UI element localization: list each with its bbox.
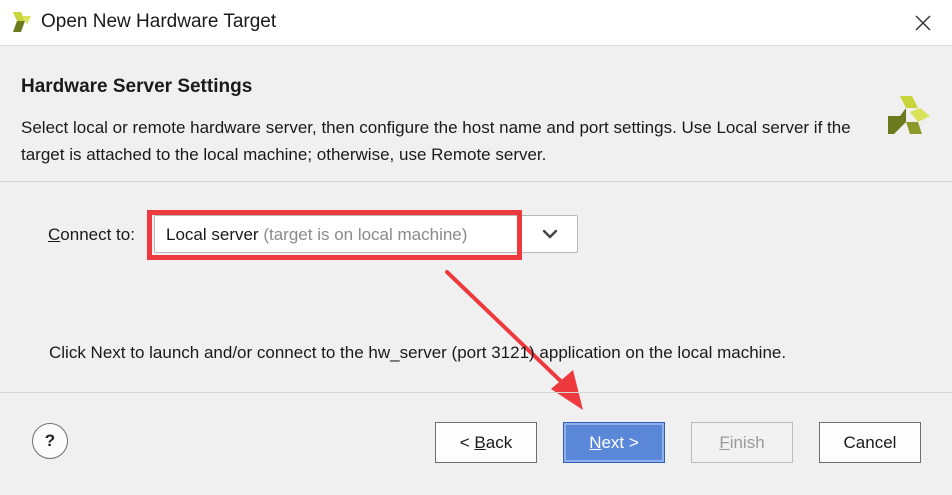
vivado-logo-icon: [13, 12, 31, 32]
cancel-button[interactable]: Cancel: [819, 422, 921, 463]
dropdown-selected-hint: (target is on local machine): [258, 225, 468, 244]
dropdown-toggle[interactable]: [522, 216, 577, 252]
back-mnemonic: B: [474, 432, 486, 452]
back-rest: ack: [485, 432, 513, 452]
dropdown-selected-value: Local server (target is on local machine…: [166, 225, 467, 245]
page-description: Select local or remote hardware server, …: [21, 118, 851, 164]
title-bar: Open New Hardware Target: [0, 0, 952, 46]
footer-divider: [0, 392, 952, 393]
close-button[interactable]: [906, 6, 940, 40]
dropdown-selected-main: Local server: [166, 225, 259, 244]
header-divider: [0, 181, 952, 182]
back-prefix: <: [459, 432, 475, 452]
connect-label-mnemonic: C: [48, 225, 61, 244]
vivado-brand-icon: [888, 96, 930, 134]
finish-mnemonic: F: [719, 432, 730, 452]
next-mnemonic: N: [589, 432, 602, 452]
back-button[interactable]: < Back: [435, 422, 537, 463]
connect-to-dropdown[interactable]: Local server (target is on local machine…: [154, 215, 578, 253]
next-button[interactable]: Next >: [563, 422, 665, 463]
chevron-down-icon: [542, 229, 557, 239]
next-rest: ext >: [601, 432, 639, 452]
window-title: Open New Hardware Target: [41, 11, 277, 32]
close-icon: [915, 15, 931, 31]
page-title: Hardware Server Settings: [21, 76, 253, 97]
info-text: Click Next to launch and/or connect to t…: [49, 343, 787, 362]
help-button[interactable]: ?: [32, 423, 68, 459]
connect-to-label: Connect to:: [48, 225, 135, 245]
finish-rest: inish: [729, 432, 765, 452]
finish-button: Finish: [691, 422, 793, 463]
connect-label-rest: onnect to:: [60, 225, 135, 244]
